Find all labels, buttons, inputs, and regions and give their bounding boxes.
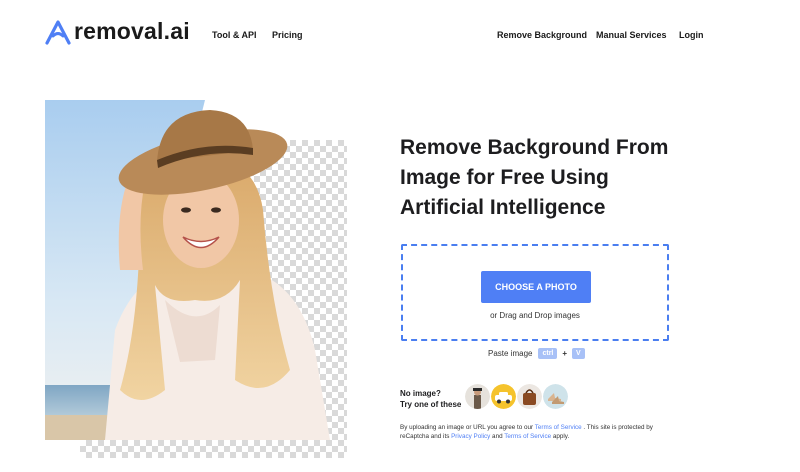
choose-photo-button[interactable]: CHOOSE A PHOTO <box>481 271 591 303</box>
hero-headline: Remove Background From Image for Free Us… <box>400 133 700 223</box>
upload-dropzone[interactable]: CHOOSE A PHOTO or Drag and Drop images <box>401 244 669 341</box>
nav-login[interactable]: Login <box>679 30 704 40</box>
ctrl-key-badge: ctrl <box>538 348 558 359</box>
nav-pricing[interactable]: Pricing <box>272 30 303 40</box>
drag-drop-text: or Drag and Drop images <box>490 311 580 320</box>
paste-label: Paste image <box>488 349 533 358</box>
hero-photo <box>45 100 330 440</box>
v-key-badge: V <box>572 348 585 359</box>
headline-line-1: Remove Background From <box>400 136 669 159</box>
terms-of-service-link[interactable]: Terms of Service <box>535 424 582 431</box>
sample-person-thumbnail[interactable] <box>465 384 490 409</box>
privacy-policy-link[interactable]: Privacy Policy <box>451 433 490 440</box>
terms-of-service-link-2[interactable]: Terms of Service <box>504 433 551 440</box>
hero-image <box>45 100 347 458</box>
terms-text-4: apply. <box>551 433 570 440</box>
sample-car-thumbnail[interactable] <box>491 384 516 409</box>
sample-images <box>465 384 569 409</box>
plus-sign: + <box>562 349 568 358</box>
site-header: removal.ai Tool & API Pricing Remove Bac… <box>0 0 800 70</box>
nav-manual-services[interactable]: Manual Services <box>596 30 667 40</box>
nav-remove-background[interactable]: Remove Background <box>497 30 587 40</box>
terms-text-1: By uploading an image or URL you agree t… <box>400 424 535 431</box>
terms-notice: By uploading an image or URL you agree t… <box>400 423 680 441</box>
sample-prompt-line-1: No image? <box>400 389 441 398</box>
paste-hint: Paste image ctrl + V <box>488 348 589 359</box>
sample-prompt-line-2: Try one of these <box>400 400 462 409</box>
headline-line-2: Image for Free Using <box>400 166 609 189</box>
sample-bag-thumbnail[interactable] <box>517 384 542 409</box>
sample-shoes-thumbnail[interactable] <box>543 384 568 409</box>
logo[interactable]: removal.ai <box>44 18 190 45</box>
nav-tool-api[interactable]: Tool & API <box>212 30 257 40</box>
headline-line-3: Artificial Intelligence <box>400 196 606 219</box>
sample-prompt: No image? Try one of these <box>400 388 461 410</box>
terms-text-3: and <box>490 433 505 440</box>
logo-text: removal.ai <box>74 18 190 44</box>
logo-icon <box>45 19 71 45</box>
